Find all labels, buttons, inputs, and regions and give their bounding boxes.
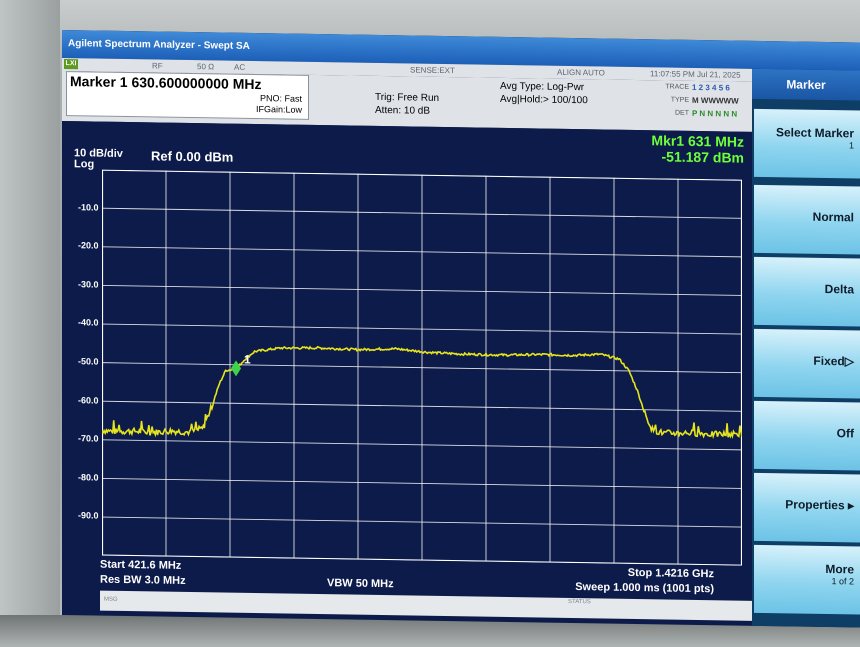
ref-level-label: Ref 0.00 dBm	[151, 148, 234, 165]
impedance-indicator: 50 Ω	[197, 62, 215, 72]
atten-label: Atten: 10 dB	[375, 104, 431, 117]
sweep-display: Mkr1 631 MHz -51.187 dBm 10 dB/div Log R…	[62, 121, 752, 600]
softkey-label: Select Marker	[775, 125, 854, 141]
softkey-5[interactable]: Off	[754, 400, 860, 471]
start-freq-label: Start 421.6 MHz	[100, 558, 182, 572]
softkey-3[interactable]: Delta	[754, 256, 860, 327]
spectrum-graticule[interactable]: 1	[102, 169, 742, 566]
marker-1-flag: 1	[244, 352, 251, 366]
softkey-6[interactable]: Properties ▸	[754, 472, 860, 543]
msg-label: MSG	[104, 596, 118, 603]
softkey-4[interactable]: Fixed▷	[754, 328, 860, 399]
softkey-header: Marker	[752, 68, 860, 101]
device-bezel-left	[0, 0, 60, 647]
align-indicator: ALIGN AUTO	[557, 67, 605, 78]
softkey-7[interactable]: More 1 of 2	[754, 544, 860, 615]
trigger-info: Trig: Free Run Atten: 10 dB	[375, 91, 439, 118]
pno-label: PNO: Fast	[259, 93, 302, 104]
sweep-label: Sweep 1.000 ms (1001 pts)	[575, 581, 714, 596]
coupling-indicator: AC	[234, 62, 246, 72]
ifgain-label: IFGain:Low	[255, 104, 302, 115]
lxi-badge: LXI	[64, 59, 78, 70]
softkey-label: Off	[836, 426, 854, 441]
pno-ifgain: PNO: Fast IFGain:Low	[256, 93, 302, 116]
stop-freq-label: Stop 1.4216 GHz	[627, 566, 714, 581]
type-label: TYPE	[670, 96, 689, 104]
softkey-label: Properties ▸	[785, 497, 854, 513]
marker-1-diamond	[231, 360, 242, 377]
det-value: P N N N N N	[692, 108, 738, 119]
softkey-label: Normal	[812, 209, 854, 225]
marker-level-readout: -51.187 dBm	[661, 148, 744, 166]
trace-value: 1 2 3 4 5 6	[692, 82, 730, 93]
analyzer-screen: Agilent Spectrum Analyzer - Swept SA LXI…	[62, 30, 860, 628]
marker-info-box: Marker 1 630.600000000 MHz PNO: Fast IFG…	[66, 71, 309, 120]
scale-label: 10 dB/div Log	[74, 147, 123, 171]
res-bw-label: Res BW 3.0 MHz	[100, 573, 186, 587]
marker-freq-readout: Mkr1 631 MHz	[651, 132, 744, 150]
marker-title: Marker 1 630.600000000 MHz	[70, 73, 262, 93]
trig-label: Trig: Free Run	[375, 91, 440, 104]
softkey-label: Fixed▷	[813, 353, 854, 369]
softkey-1[interactable]: Select Marker 1	[754, 108, 860, 179]
avg-hold-label: Avg|Hold:> 100/100	[500, 93, 588, 107]
softkey-sublabel: 1 of 2	[831, 576, 854, 587]
avg-info: Avg Type: Log-Pwr Avg|Hold:> 100/100	[500, 80, 588, 107]
softkey-panel: Marker Select Marker 1 Normal Delta Fixed▷ Of…	[752, 68, 860, 628]
rf-indicator: RF	[152, 61, 163, 71]
trace-panel: TRACE 1 2 3 4 5 6 TYPE M WWWWW DET P N N…	[662, 80, 752, 127]
softkey-2[interactable]: Normal	[754, 184, 860, 255]
marker-readout: Mkr1 631 MHz -51.187 dBm	[651, 132, 744, 165]
det-label: DET	[675, 109, 689, 117]
type-value: M WWWWW	[692, 95, 739, 106]
status-label: STATUS	[568, 598, 591, 606]
vbw-label: VBW 50 MHz	[327, 577, 394, 591]
trace-label: TRACE	[665, 83, 689, 91]
softkey-sublabel: 1	[848, 140, 854, 151]
softkey-label: More	[825, 561, 854, 577]
sense-indicator: SENSE:EXT	[410, 65, 455, 76]
softkey-label: Delta	[824, 281, 854, 297]
